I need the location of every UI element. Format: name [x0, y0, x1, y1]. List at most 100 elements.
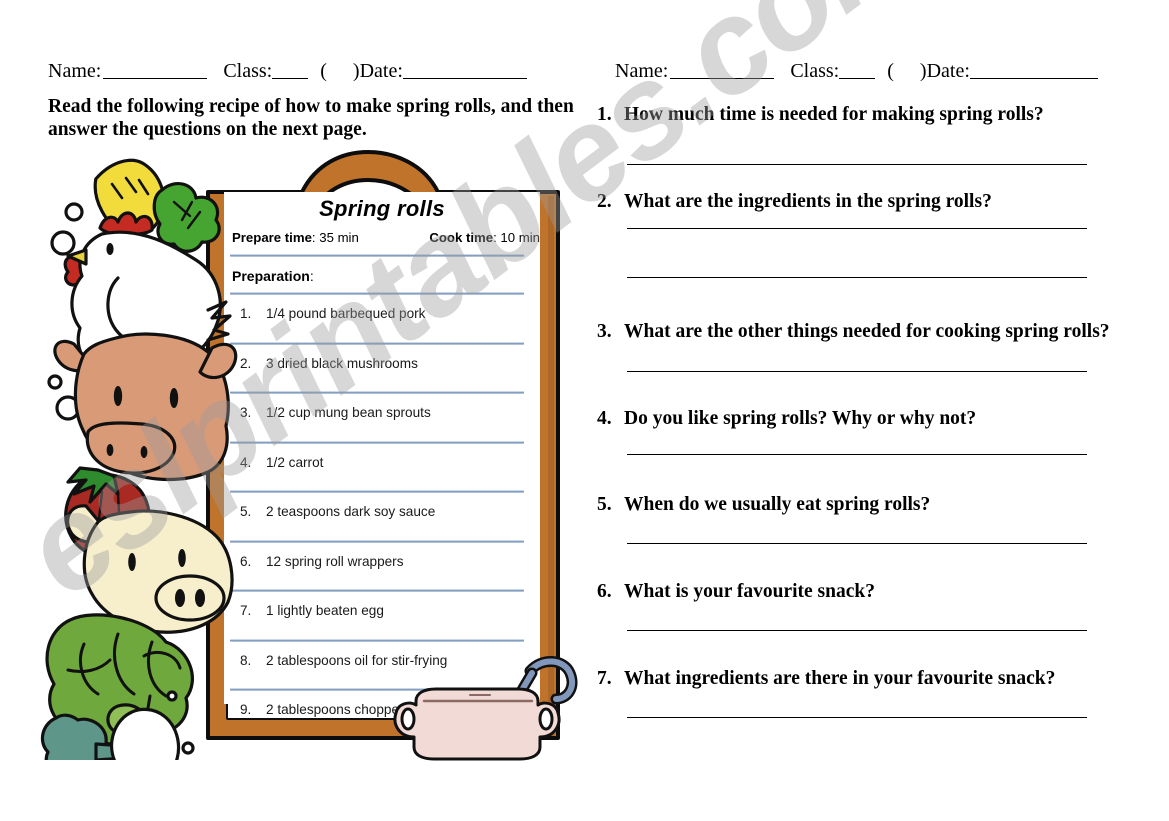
- answer-line[interactable]: [627, 630, 1087, 631]
- ingredient-separator: [230, 292, 524, 295]
- ingredient-label: 1/4 pound barbequed pork: [266, 306, 426, 321]
- ingredient-row: 3. 1/2 cup mung bean sprouts: [230, 391, 530, 441]
- ingredient-separator: [230, 589, 524, 592]
- paren-open: (: [887, 60, 894, 82]
- ingredient-label: 12 spring roll wrappers: [266, 553, 404, 569]
- prepare-time-value: : 35 min: [311, 230, 359, 245]
- date-field-rule[interactable]: [402, 78, 527, 79]
- question-item: 3. What are the other things needed for c…: [597, 321, 1110, 372]
- clipart-svg: [40, 158, 238, 784]
- paren-open: (: [320, 60, 327, 82]
- answer-line[interactable]: [627, 371, 1087, 372]
- cooking-pot-illustration: [380, 655, 590, 765]
- bubble-icon: [166, 690, 178, 702]
- food-clipart-illustration: [40, 150, 260, 784]
- question-item: 7. What ingredients are there in your fav…: [597, 668, 1107, 718]
- ingredient-row: 7. 1 lightly beaten egg: [230, 589, 530, 639]
- question-label: When do we usually eat spring rolls?: [624, 494, 931, 515]
- question-text: 5. When do we usually eat spring rolls?: [597, 494, 1107, 516]
- class-label: Class:: [223, 60, 273, 82]
- instructions-text: Read the following recipe of how to make…: [48, 96, 574, 140]
- question-item: 4. Do you like spring rolls? Why or why n…: [597, 408, 1107, 455]
- name-field-rule[interactable]: [103, 78, 208, 79]
- ingredient-label: 2 teaspoons dark soy sauce: [266, 504, 436, 519]
- question-item: 1. How much time is needed for making spr…: [597, 104, 1107, 165]
- ingredient-label: 1/2 carrot: [266, 454, 324, 470]
- ingredient-text: 7. 1 lightly beaten egg: [240, 603, 384, 618]
- cook-time-value: : 10 min: [493, 230, 540, 245]
- recipe-card-content: Spring rolls Prepare time: 35 min Cook t…: [224, 192, 540, 717]
- ingredient-separator: [230, 440, 524, 444]
- recipe-separator: [230, 254, 524, 257]
- class-label: Class:: [790, 60, 840, 82]
- question-text: 3. What are the other things needed for c…: [597, 321, 1110, 343]
- question-text: 7. What ingredients are there in your fav…: [597, 668, 1107, 690]
- question-label: What are the other things needed for coo…: [624, 321, 1110, 342]
- left-student-header: Name: Class: ()Date:: [48, 60, 529, 83]
- answer-line[interactable]: [627, 543, 1087, 544]
- bubble-icon: [50, 230, 76, 256]
- name-field-rule[interactable]: [670, 78, 775, 79]
- ingredient-label: 1/2 cup mung bean sprouts: [266, 405, 431, 420]
- ingredient-row: 5. 2 teaspoons dark soy sauce: [230, 490, 530, 540]
- bubble-icon: [47, 374, 63, 390]
- cook-time: Cook time: 10 min: [429, 230, 540, 245]
- question-text: 2. What are the ingredients in the spring…: [597, 191, 1107, 213]
- class-field-rule[interactable]: [839, 78, 876, 79]
- cow-icon: [53, 332, 238, 482]
- question-number: 1.: [597, 104, 612, 125]
- bubble-icon: [64, 202, 84, 222]
- bubble-icon: [181, 741, 195, 755]
- paren-close: ): [352, 60, 360, 82]
- question-item: 6. What is your favourite snack?: [597, 581, 1107, 631]
- answer-line[interactable]: [627, 228, 1087, 229]
- date-field-rule[interactable]: [969, 78, 1098, 79]
- question-label: What are the ingredients in the spring r…: [624, 191, 992, 212]
- question-number: 3.: [597, 321, 612, 342]
- right-student-header: Name: Class: ()Date:: [615, 60, 1100, 83]
- question-label: What is your favourite snack?: [624, 581, 875, 602]
- answer-line[interactable]: [627, 717, 1087, 718]
- ingredient-text: 5. 2 teaspoons dark soy sauce: [240, 504, 435, 519]
- answer-line[interactable]: [627, 164, 1087, 165]
- answer-line[interactable]: [627, 454, 1087, 455]
- right-column: Name: Class: ()Date: 1. How much time is ne…: [597, 0, 1169, 821]
- cook-time-label: Cook time: [429, 230, 494, 245]
- cooking-pot-svg: [393, 656, 578, 761]
- left-column: Name: Class: ()Date: Read the following re…: [0, 0, 590, 821]
- question-item: 2. What are the ingredients in the spring…: [597, 191, 1107, 278]
- date-label: Date:: [926, 60, 970, 82]
- question-number: 6.: [597, 581, 612, 602]
- pot-body: [393, 687, 561, 761]
- ingredient-separator: [230, 391, 524, 394]
- worksheet-page: eslprintables.com Name: Class:()Date: Rea…: [0, 0, 1169, 821]
- question-text: 6. What is your favourite snack?: [597, 581, 1107, 603]
- pot-handle-right: [538, 707, 554, 731]
- preparation-colon: :: [309, 268, 314, 284]
- question-number: 2.: [597, 191, 612, 212]
- question-text: 4. Do you like spring rolls? Why or why n…: [597, 408, 1107, 430]
- recipe-times-row: Prepare time: 35 min Cook time: 10 min: [232, 230, 540, 245]
- ingredient-label: 3 dried black mushrooms: [266, 355, 418, 371]
- ingredient-row: 4. 1/2 carrot: [230, 440, 530, 491]
- ingredient-text: 6. 12 spring roll wrappers: [240, 554, 404, 569]
- date-label: Date:: [359, 60, 403, 82]
- ingredient-label: 1 lightly beaten egg: [266, 603, 384, 618]
- ingredient-text: 2. 3 dried black mushrooms: [240, 356, 418, 371]
- ingredient-separator: [230, 341, 524, 345]
- question-item: 5. When do we usually eat spring rolls?: [597, 494, 1107, 544]
- name-label: Name:: [615, 60, 669, 82]
- ingredient-row: 6. 12 spring roll wrappers: [230, 539, 530, 590]
- class-field-rule[interactable]: [272, 78, 309, 79]
- question-text: 1. How much time is needed for making spr…: [597, 104, 1107, 126]
- name-label: Name:: [48, 60, 102, 82]
- question-label: How much time is needed for making sprin…: [624, 104, 1044, 125]
- ingredient-row: 2. 3 dried black mushrooms: [230, 341, 530, 392]
- question-number: 4.: [597, 408, 612, 429]
- ingredient-text: 1. 1/4 pound barbequed pork: [240, 306, 425, 321]
- ingredient-separator: [230, 539, 524, 543]
- answer-line[interactable]: [627, 277, 1087, 278]
- ingredient-text: 3. 1/2 cup mung bean sprouts: [240, 405, 431, 420]
- question-number: 5.: [597, 494, 612, 515]
- paren-close: ): [919, 60, 927, 82]
